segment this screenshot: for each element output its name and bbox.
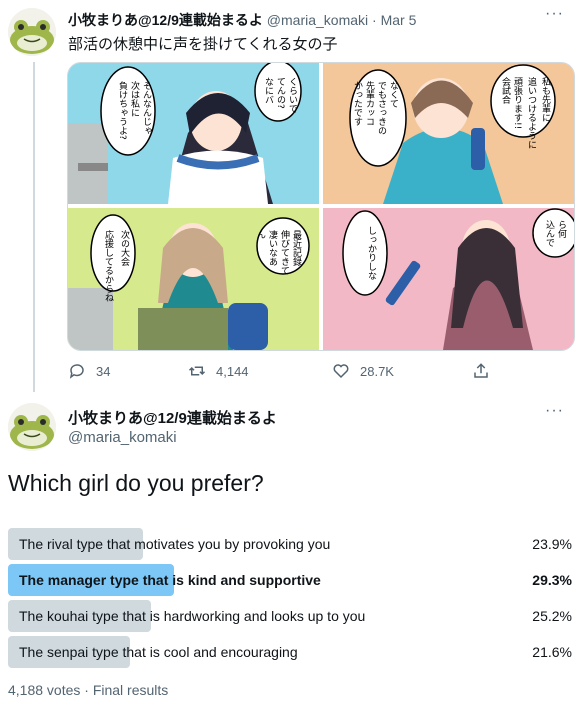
display-name[interactable]: 小牧まりあ@12/9連載始まるよ <box>68 12 263 28</box>
reply-icon <box>69 364 84 379</box>
speech-bubble-text: ら何 <box>556 220 567 238</box>
more-options-icon[interactable]: ··· <box>545 402 564 420</box>
manga-panel-kouhai[interactable]: なくて でもさっきの 先輩カッコ かったです 私も先輩に 追いつけるように 頑張ります!! 会… <box>323 63 574 204</box>
poll-option: The senpai type that is cool and encoura… <box>8 636 574 668</box>
speech-bubble-text: 込んで <box>544 220 555 247</box>
manga-panel-rival-illustration: そんなんじゃ次は私に負けちゃうよ? くらいでてんの?なにバ <box>68 63 319 204</box>
like-button[interactable]: 28.7K <box>332 362 394 380</box>
manga-panel-senpai-illustration: しっかりしな ら何込んで <box>323 208 574 350</box>
poll-option: The kouhai type that is hardworking and … <box>8 600 574 632</box>
poll-option-percent: 23.9% <box>532 536 572 552</box>
retweet-icon <box>188 366 206 376</box>
poll-question: Which girl do you prefer? <box>8 470 264 496</box>
manga-panel-rival[interactable]: そんなんじゃ 次は私に 負けちゃうよ? くらいで てんの? なにバ <box>68 63 319 204</box>
poll-option-label: The manager type that is kind and suppor… <box>19 572 321 588</box>
tweet-header: 小牧まりあ@12/9連載始まるよ @maria_komaki · Mar 5 <box>68 10 416 30</box>
speech-bubble-text: 会試合 <box>500 76 511 105</box>
speech-bubble-text: なにバ <box>263 77 274 104</box>
poll-summary: 4,188 votes · Final results <box>8 682 169 698</box>
speech-bubble-text: 最近記録 <box>291 230 302 266</box>
manga-panel-kouhai-illustration: なくてでもさっきの先輩カッコかったです 私も先輩に追いつけるように頑張ります!!会… <box>323 63 574 204</box>
speech-bubble-text: そんなんじゃ <box>141 81 152 135</box>
user-handle[interactable]: @maria_komaki <box>267 12 368 28</box>
poll-option: The rival type that motivates you by pro… <box>8 528 574 560</box>
speech-bubble-text: ん <box>255 230 266 239</box>
header-separator: · <box>372 12 377 28</box>
speech-bubble-text: 次は私に <box>129 80 140 117</box>
poll-option-percent: 25.2% <box>532 608 572 624</box>
retweet-button[interactable]: 4,144 <box>188 362 249 380</box>
more-options-icon[interactable]: ··· <box>545 5 564 23</box>
retweet-count: 4,144 <box>216 363 249 379</box>
manga-panel-manager[interactable]: 次の大会 応援してるからね 最近記録 伸びてきて 凄いなあん <box>68 208 319 350</box>
speech-bubble-text: 頑張ります!! <box>512 77 523 129</box>
display-name[interactable]: 小牧まりあ@12/9連載始まるよ <box>68 407 277 428</box>
manga-panel-senpai[interactable]: しっかりしな ら何 込んで <box>323 208 574 350</box>
reply-count: 34 <box>96 363 111 379</box>
poll-option-label: The kouhai type that is hardworking and … <box>19 608 366 624</box>
speech-bubble-text: 私も先輩に <box>540 77 551 122</box>
poll-option-label: The senpai type that is cool and encoura… <box>19 644 298 660</box>
tweet-date[interactable]: Mar 5 <box>381 12 417 28</box>
thread-connector-line <box>33 62 35 392</box>
poll-option-winner: The manager type that is kind and suppor… <box>8 564 574 596</box>
speech-bubble-text: てんの? <box>275 77 286 109</box>
user-handle[interactable]: @maria_komaki <box>68 429 177 446</box>
tweet-text: 部活の休憩中に声を掛けてくれる女の子 <box>68 36 338 53</box>
speech-bubble-text: くらいで <box>287 77 298 113</box>
speech-bubble-text: 追いつけるように <box>526 76 537 149</box>
like-count: 28.7K <box>360 363 394 379</box>
speech-bubble-text: しっかりしな <box>366 226 377 280</box>
share-button[interactable] <box>472 362 500 380</box>
speech-bubble-text: かったです <box>352 81 363 126</box>
speech-bubble-text: でもさっきの <box>376 81 387 135</box>
frog-avatar-icon[interactable] <box>8 8 56 56</box>
speech-bubble-text: 凄いなあ <box>267 229 278 266</box>
poll-option-percent: 21.6% <box>532 644 572 660</box>
speech-bubble-text: 応援してるからね <box>103 229 114 302</box>
speech-bubble-text: 負けちゃうよ? <box>117 80 128 140</box>
tweet-action-bar: 34 4,144 28.7K <box>68 362 498 382</box>
speech-bubble-text: 次の大会 <box>119 229 130 267</box>
frog-avatar-icon[interactable] <box>8 403 56 451</box>
speech-bubble-text: 先輩カッコ <box>364 80 375 126</box>
poll-option-percent: 29.3% <box>532 572 572 588</box>
heart-icon <box>333 364 349 379</box>
speech-bubble-text: なくて <box>388 81 399 108</box>
manga-panel-manager-illustration: 次の大会応援してるからね 最近記録伸びてきて凄いなあん <box>68 208 319 350</box>
speech-bubble-text: 伸びてきて <box>279 229 290 275</box>
share-icon <box>474 363 488 378</box>
tweet-media-grid[interactable]: そんなんじゃ 次は私に 負けちゃうよ? くらいで てんの? なにバ なくて でもさっきの 先輩… <box>67 62 575 351</box>
poll-option-label: The rival type that motivates you by pro… <box>19 536 331 552</box>
reply-button[interactable]: 34 <box>68 362 110 380</box>
